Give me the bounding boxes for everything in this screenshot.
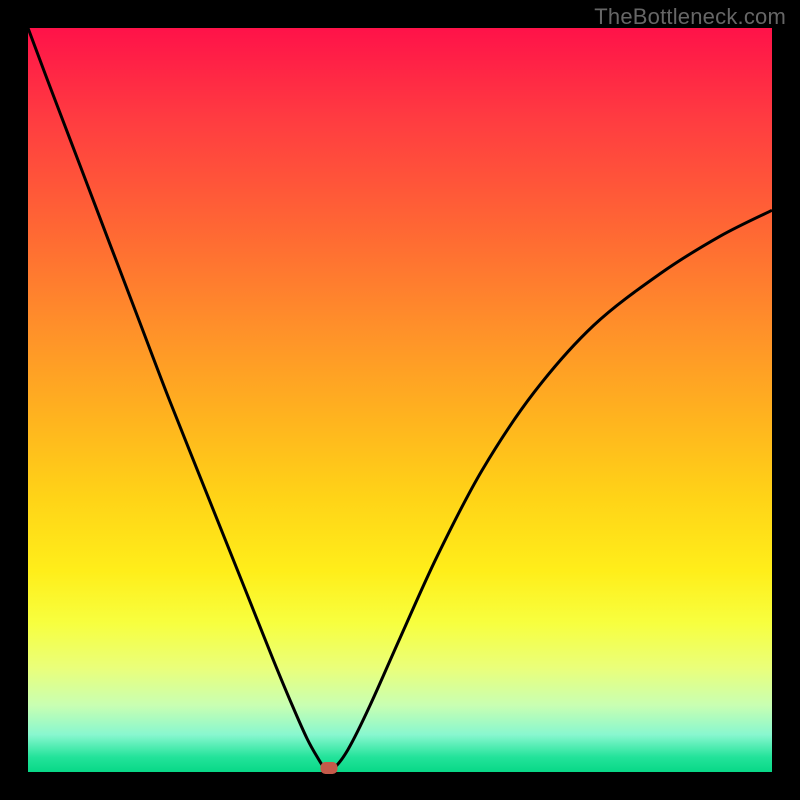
curve-path — [28, 28, 772, 771]
watermark-label: TheBottleneck.com — [594, 4, 786, 30]
minimum-marker — [321, 762, 338, 774]
bottleneck-curve — [28, 28, 772, 772]
chart-frame: TheBottleneck.com — [0, 0, 800, 800]
plot-area — [28, 28, 772, 772]
